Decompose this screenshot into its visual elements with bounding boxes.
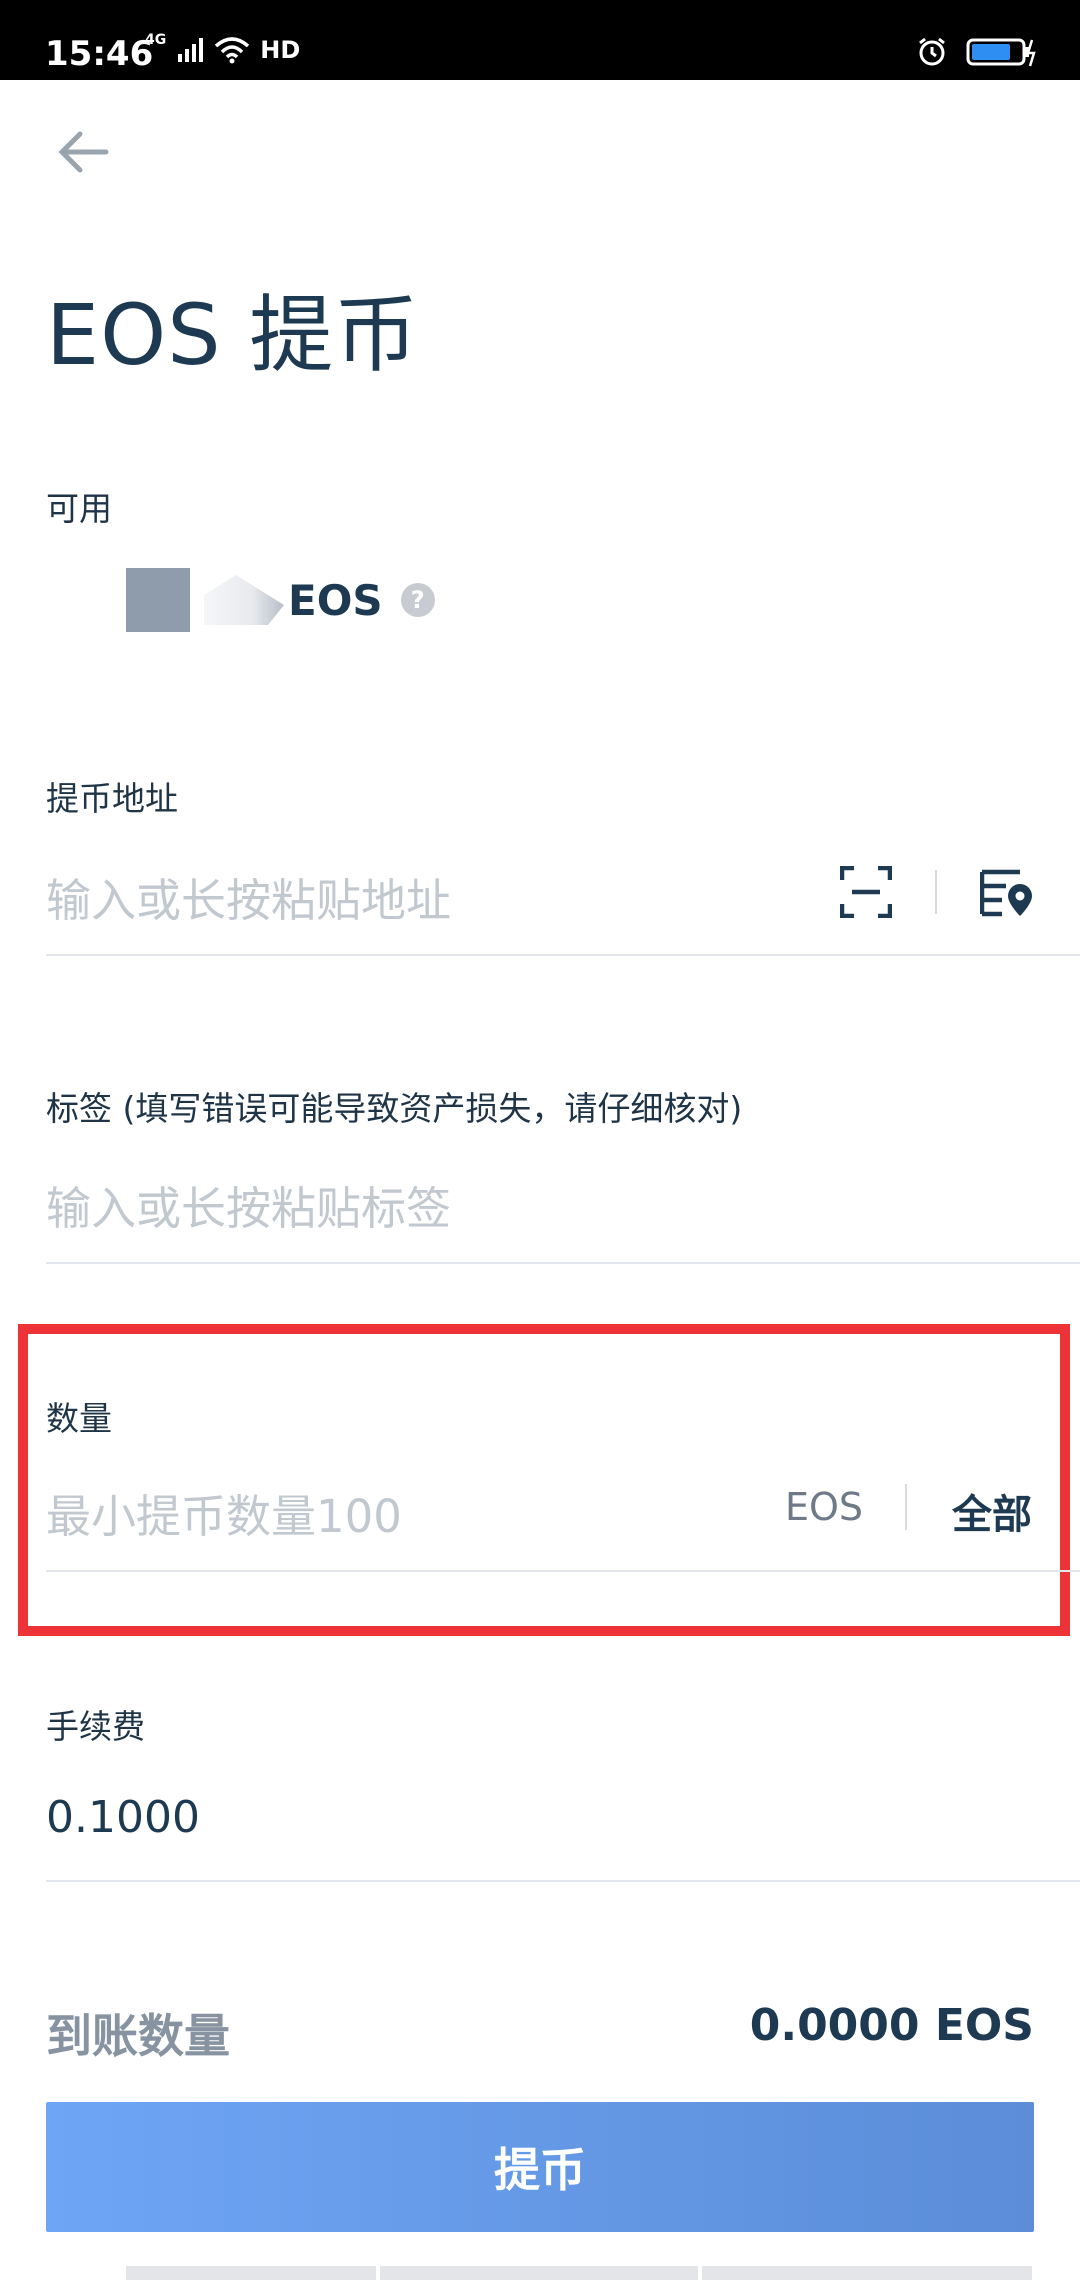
submit-withdraw-button[interactable]: 提币 xyxy=(46,2102,1034,2232)
balance-unit: EOS xyxy=(288,575,383,625)
status-icons-right xyxy=(916,36,1038,68)
hd-label: HD xyxy=(260,36,301,64)
help-icon[interactable]: ? xyxy=(400,583,435,617)
amount-unit: EOS xyxy=(785,1485,864,1529)
memo-label: 标签 (填写错误可能导致资产损失，请仔细核对) xyxy=(46,1089,743,1128)
scan-icon[interactable] xyxy=(840,866,892,918)
amount-divider xyxy=(46,1570,1080,1572)
fee-value: 0.1000 xyxy=(46,1792,200,1843)
address-book-icon[interactable] xyxy=(980,866,1034,918)
battery-icon xyxy=(966,38,1036,67)
available-label: 可用 xyxy=(46,489,112,528)
status-bar: 15:46 4G HD xyxy=(0,0,1080,80)
amount-label: 数量 xyxy=(46,1399,112,1438)
all-amount-button[interactable]: 全部 xyxy=(952,1482,1032,1540)
address-label: 提币地址 xyxy=(46,779,178,818)
address-icon-divider xyxy=(935,870,937,914)
memo-input[interactable]: 输入或长按粘贴标签 xyxy=(46,1172,451,1237)
masked-balance xyxy=(126,568,190,632)
withdraw-page: 15:46 4G HD EOS 提币 可用 EOS ? 提币地址 输入或长按粘贴… xyxy=(0,0,1080,2280)
memo-divider xyxy=(46,1262,1080,1264)
address-divider xyxy=(46,954,1080,956)
amount-unit-divider xyxy=(905,1484,907,1530)
receive-value: 0.0000 EOS xyxy=(749,2000,1034,2051)
fee-divider xyxy=(46,1880,1080,1882)
status-icons-left: 4G HD xyxy=(145,32,301,64)
back-arrow-icon[interactable] xyxy=(54,120,118,184)
available-balance: EOS ? xyxy=(126,568,435,632)
page-title: EOS 提币 xyxy=(46,286,420,384)
address-input[interactable]: 输入或长按粘贴地址 xyxy=(46,864,451,929)
amount-input[interactable]: 最小提币数量100 xyxy=(46,1480,402,1545)
wifi-icon xyxy=(215,37,250,64)
keyboard-hint-bar xyxy=(380,2266,698,2280)
receive-label: 到账数量 xyxy=(46,2009,230,2063)
signal-icon xyxy=(178,38,204,62)
alarm-icon xyxy=(919,37,945,66)
masked-balance-fade xyxy=(204,575,284,625)
fee-label: 手续费 xyxy=(46,1707,145,1746)
keyboard-hint-bar xyxy=(126,2266,376,2280)
network-label: 4G xyxy=(145,32,167,48)
status-time: 15:46 xyxy=(45,34,154,74)
keyboard-hint-bar xyxy=(702,2266,1032,2280)
